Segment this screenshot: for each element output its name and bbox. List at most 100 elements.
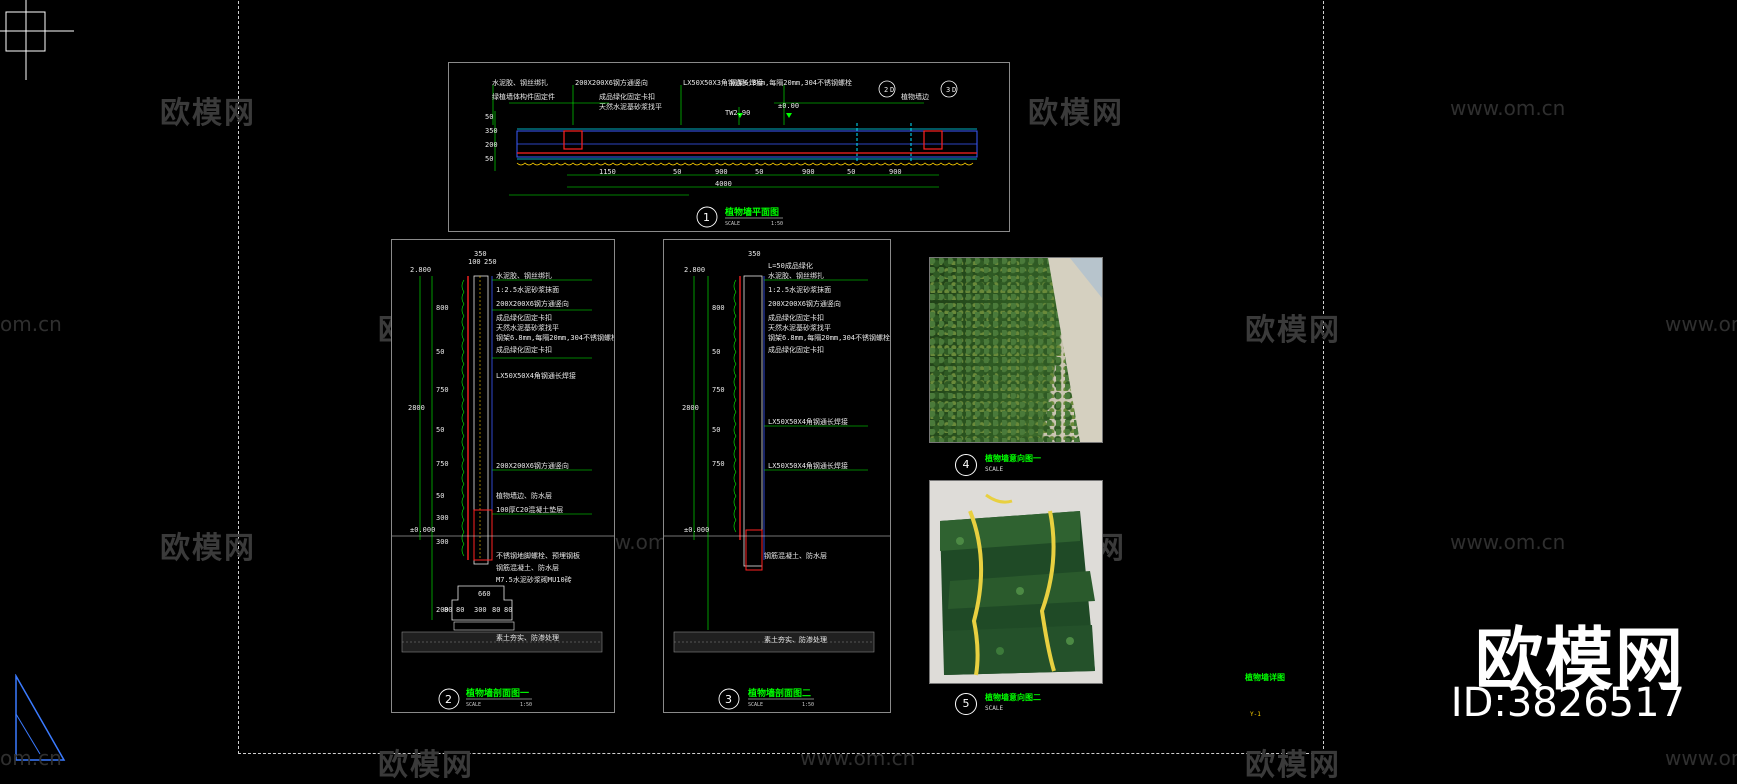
brand-id: ID:3826517: [1450, 680, 1685, 726]
plan-scale: 1:50: [771, 221, 783, 227]
section-2-note: 成品绿化固定卡扣: [768, 345, 824, 354]
plan-scale-label: SCALE: [725, 221, 740, 227]
section-1-dim-bottom: 80: [444, 606, 452, 614]
plan-note: 200X200X6钢方通竖向: [575, 78, 648, 87]
section-1-note: 钢筋混凝土、防水层: [496, 563, 559, 572]
section-1-dim-bottom: 300: [474, 606, 487, 614]
plan-dim-left: 50: [485, 113, 493, 121]
plan-note: 天然水泥基砂浆找平: [599, 102, 662, 111]
section-1-note: 植物墙边、防水层: [496, 491, 552, 500]
plan-dim: 50: [673, 168, 681, 176]
section-2-dim-left: 50: [712, 426, 720, 434]
section-2-dim-left: 750: [712, 386, 725, 394]
photo-1-scale-label: SCALE: [985, 466, 1004, 473]
watermark: 欧模网: [1245, 748, 1341, 783]
section-1-dim-top: 250: [484, 258, 497, 266]
section-2-dim-top-total: 350: [748, 250, 761, 258]
section-2-note: L=50成品绿化: [768, 261, 813, 270]
section-1-note: 1:2.5水泥砂浆抹面: [496, 285, 559, 294]
watermark-url: www.om.cn: [1450, 530, 1566, 554]
watermark: 欧模网: [160, 531, 256, 566]
plan-note: TW2.90: [725, 109, 750, 117]
green-wall-photo-2[interactable]: [929, 480, 1103, 684]
plan-dim: 900: [715, 168, 728, 176]
section-1-elev-zero: ±0.000: [410, 526, 435, 534]
section-1-dim-bottom: 80: [492, 606, 500, 614]
plan-number: 1: [703, 211, 710, 224]
section-1-dim-left: 50: [436, 426, 444, 434]
section-2-note: 1:2.5水泥砂浆抹面: [768, 285, 831, 294]
sheet-title: 植物墙详图: [1245, 673, 1285, 682]
plan-dim: 900: [889, 168, 902, 176]
section-1-note: 成品绿化固定卡扣: [496, 345, 552, 354]
section-2-dim-left: 50: [712, 348, 720, 356]
watermark-url: www.om.cn: [1450, 96, 1566, 120]
sheet-number: Y-1: [1250, 711, 1261, 718]
section-2-number: 3: [725, 693, 732, 706]
section-2-title: 植物墙剖面图二: [747, 687, 811, 699]
plan-callout: D: [890, 86, 894, 94]
plan-dim: 900: [802, 168, 815, 176]
photo-2-number: 5: [955, 693, 977, 715]
section-2-drawing: 2.800 ±0.000 350 L=50成品绿化 水泥胶、钢丝绑扎 1:2.5…: [664, 250, 890, 710]
plan-note: 钢架6.8mm,每隔20mm,304不锈钢螺栓: [730, 78, 852, 87]
plan-note: ±0.00: [778, 102, 799, 110]
section-1-dim-left: 50: [436, 492, 444, 500]
section-1-note: 天然水泥基砂浆找平: [496, 323, 559, 332]
section-1-dim-left: 800: [436, 304, 449, 312]
photo-2-title: 植物墙意向图二: [985, 693, 1041, 702]
watermark-url: www.om.cn: [800, 746, 916, 770]
section-1-note: 成品绿化固定卡扣: [496, 313, 552, 322]
section-2-scale-label: SCALE: [748, 702, 763, 708]
photo-1-title: 植物墙意向图一: [985, 454, 1041, 463]
plan-dim: 50: [847, 168, 855, 176]
section-1-note: LX50X50X4角钢通长焊接: [496, 371, 576, 380]
plan-callout: 3: [946, 86, 950, 94]
section-1-dim-left: 50: [436, 348, 444, 356]
green-wall-photo-1[interactable]: [929, 257, 1103, 443]
section-1-note: 200X200X6钢方通竖向: [496, 299, 569, 308]
section-1-number: 2: [445, 693, 452, 706]
section-2-note: LX50X50X4角钢通长焊接: [768, 461, 848, 470]
section-2-note: 钢架6.8mm,每隔20mm,304不锈钢螺栓: [768, 333, 890, 342]
plan-view-frame[interactable]: 水泥胶、钢丝绑扎 绿植墙体构件固定件 200X200X6钢方通竖向 LX50X5…: [448, 62, 1010, 232]
section-1-dim-left: 300: [436, 514, 449, 522]
plan-dim-left: 50: [485, 155, 493, 163]
section-2-elev-zero: ±0.000: [684, 526, 709, 534]
section-1-dim-left: 750: [436, 386, 449, 394]
section-1-note: 200X200X6钢方通竖向: [496, 461, 569, 470]
section-1-dim-bottom: 80: [456, 606, 464, 614]
watermark-url: www.om.cn: [1665, 746, 1737, 770]
section-1-scale: 1:50: [520, 702, 532, 708]
section-1-dim-left: 750: [436, 460, 449, 468]
watermark-url: www.om.cn: [1665, 312, 1737, 336]
crosshair-cursor: [0, 0, 74, 80]
section-2-note: 钢筋混凝土、防水层: [764, 551, 827, 560]
section-1-dim-top: 100: [468, 258, 481, 266]
section-1-note: 不锈钢地脚螺栓、预埋钢板: [496, 551, 580, 560]
section-1-note: 钢架6.8mm,每隔20mm,304不锈钢螺栓: [496, 333, 614, 342]
section-1-note: 水泥胶、钢丝绑扎: [496, 271, 552, 280]
section-view-1-frame[interactable]: 2.800 ±0.000 100 250 350 水泥胶、钢丝绑扎 1:2.5水…: [391, 239, 618, 713]
watermark: 欧模网: [160, 96, 256, 131]
section-2-note: LX50X50X4角钢通长焊接: [768, 417, 848, 426]
plan-callout: D: [952, 86, 956, 94]
section-2-note: 天然水泥基砂浆找平: [768, 323, 831, 332]
section-2-dim-left-total: 2800: [682, 404, 699, 412]
plan-dim: 1150: [599, 168, 616, 176]
plan-dim-left: 200: [485, 141, 498, 149]
watermark: 欧模网: [1028, 96, 1124, 131]
photo-2-scale-label: SCALE: [985, 705, 1004, 712]
plan-note: 成品绿化固定卡扣: [599, 92, 655, 101]
section-2-note: 成品绿化固定卡扣: [768, 313, 824, 322]
section-1-dim-top-total: 350: [474, 250, 487, 258]
section-view-2-frame[interactable]: 2.800 ±0.000 350 L=50成品绿化 水泥胶、钢丝绑扎 1:2.5…: [663, 239, 891, 713]
section-2-note: 水泥胶、钢丝绑扎: [768, 271, 824, 280]
section-1-dim-bottom: 80: [504, 606, 512, 614]
watermark: 欧模网: [1245, 313, 1341, 348]
section-2-note: 200X200X6钢方通竖向: [768, 299, 841, 308]
plan-title: 植物墙平面图: [724, 206, 779, 218]
section-1-dim-left: 300: [436, 538, 449, 546]
section-2-scale: 1:50: [802, 702, 814, 708]
watermark-url: om.cn: [0, 312, 62, 336]
